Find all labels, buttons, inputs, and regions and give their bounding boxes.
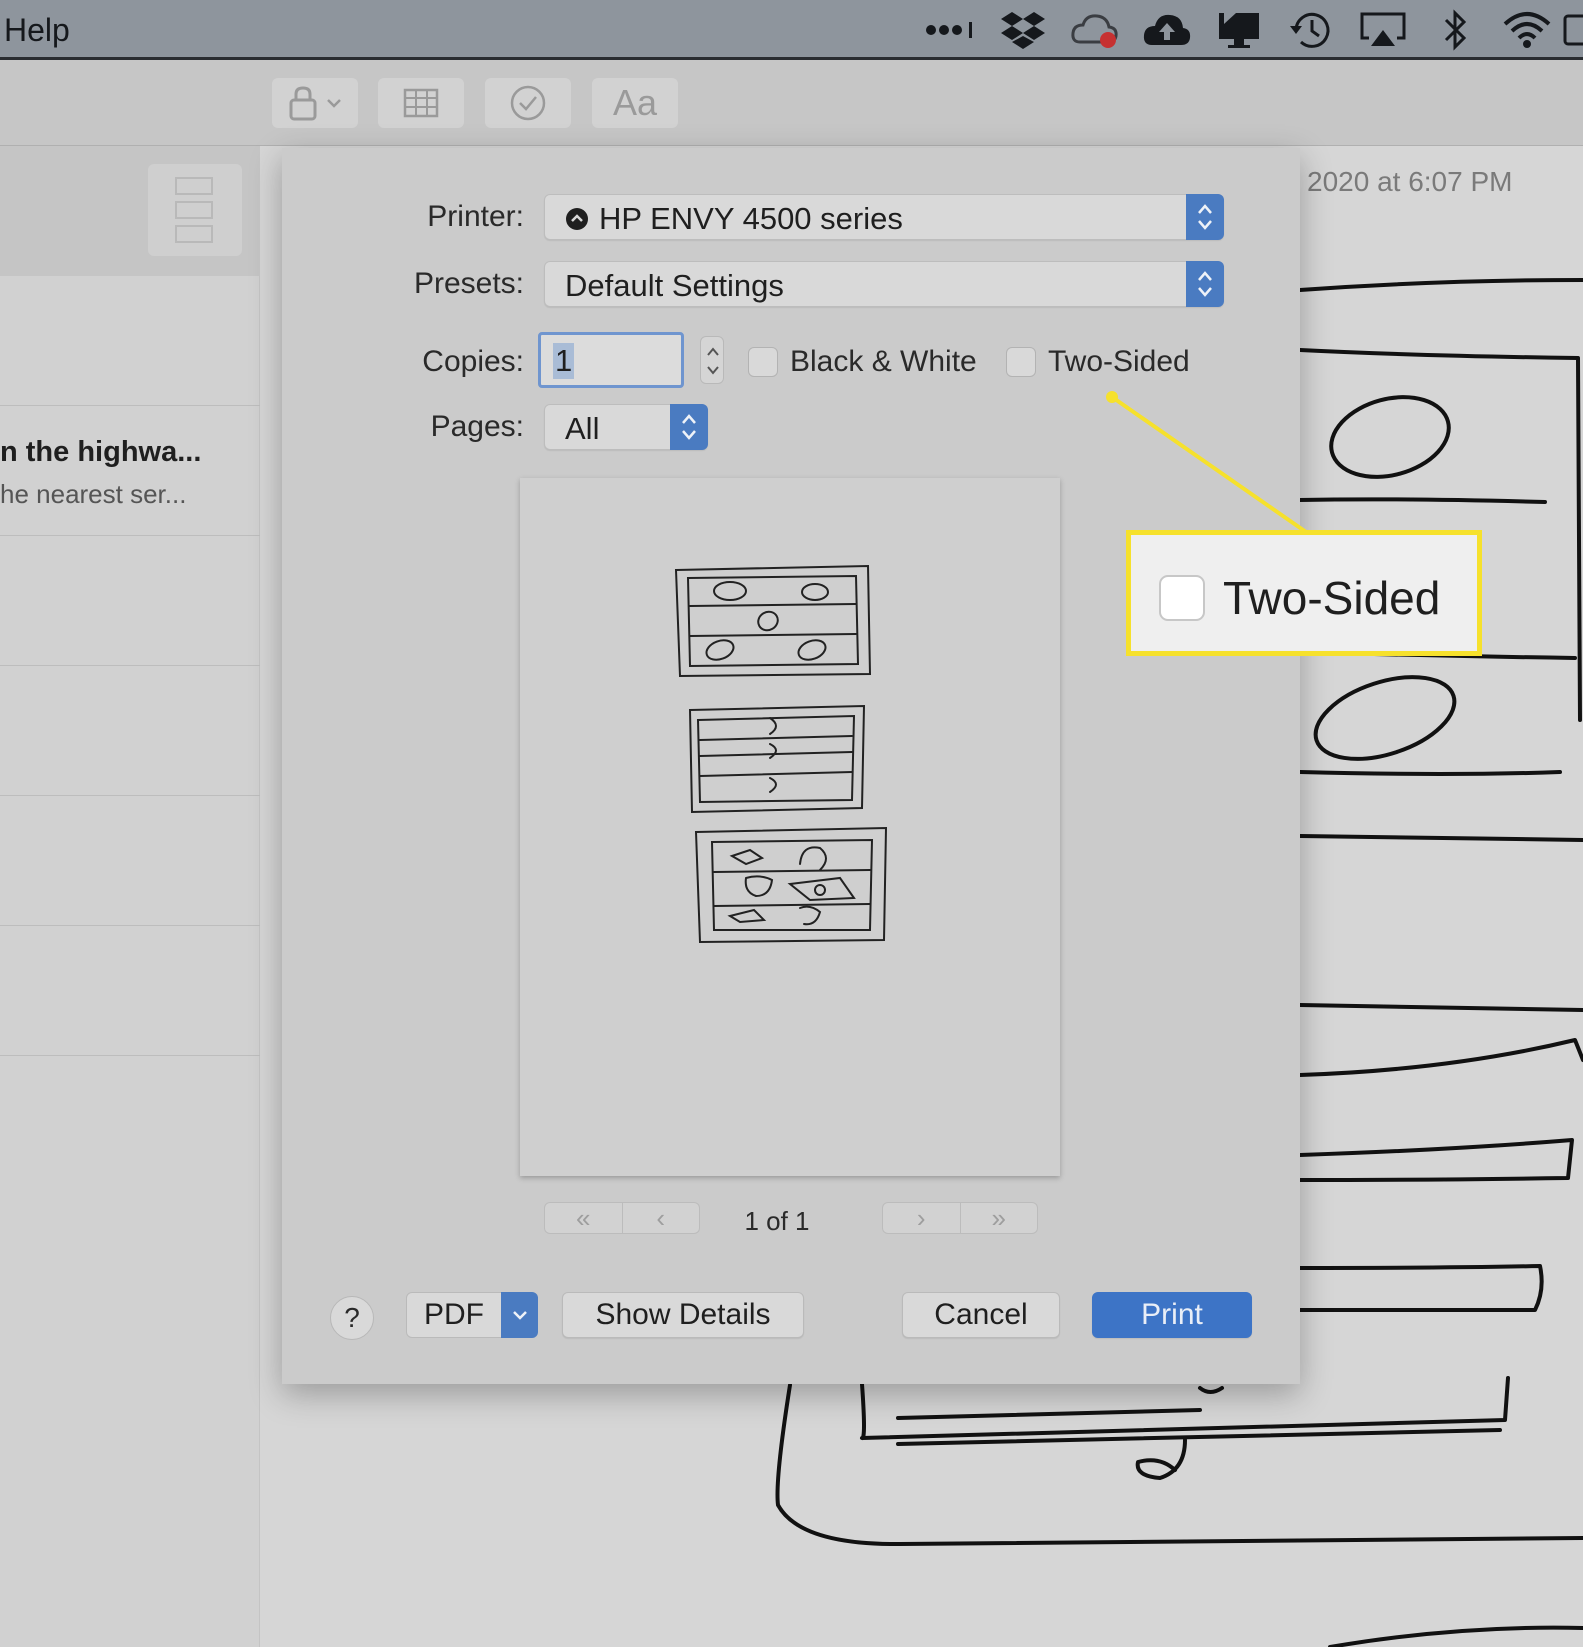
two-sided-callout: Two-Sided xyxy=(1126,530,1482,656)
callout-leader-line xyxy=(1106,391,1308,534)
callout-label: Two-Sided xyxy=(1223,572,1441,624)
callout-checkbox xyxy=(1159,575,1205,621)
